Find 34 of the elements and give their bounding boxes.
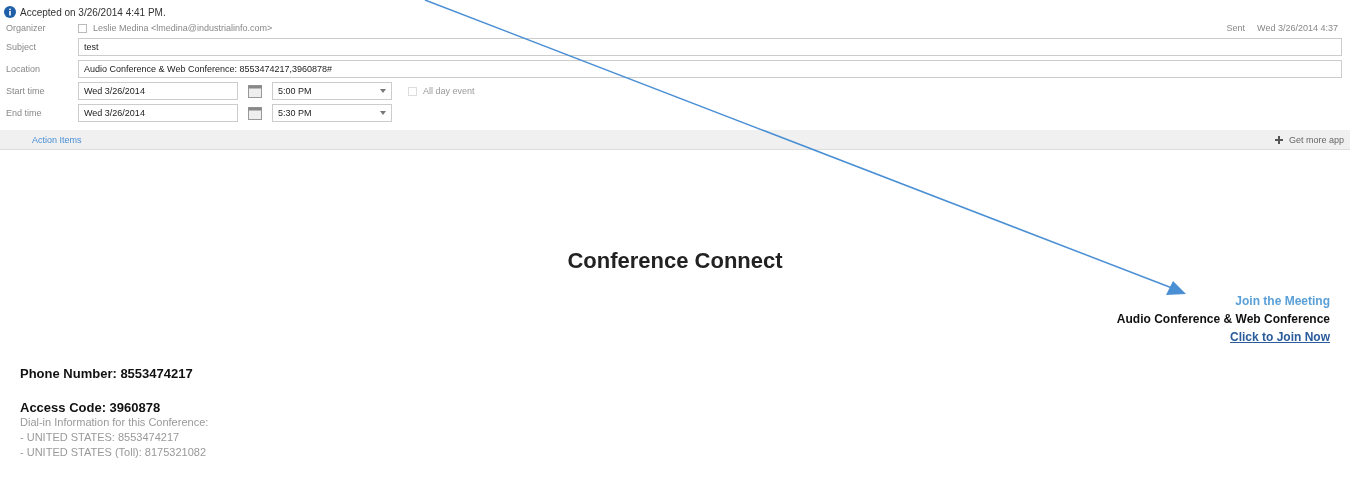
subject-field[interactable]: test <box>78 38 1342 56</box>
conference-title: Conference Connect <box>566 248 784 274</box>
field-label: End time <box>6 108 43 118</box>
get-more-apps-button[interactable]: Get more app <box>1274 134 1344 145</box>
date-field[interactable]: Wed 3/26/2014 <box>78 104 238 122</box>
field-label: Location <box>6 64 42 74</box>
date-field[interactable]: Wed 3/26/2014 <box>78 82 238 100</box>
field-label: Start time <box>6 86 46 96</box>
info-icon <box>4 6 16 18</box>
plus-icon <box>1274 135 1283 144</box>
dropdown-arrow-icon <box>380 89 386 93</box>
join-subtitle: Audio Conference & Web Conference <box>1116 311 1330 328</box>
access-code: Access Code: 3960878 <box>20 400 162 415</box>
all-day-label: All day event <box>423 86 475 96</box>
phone-number: Phone Number: 8553474217 <box>20 366 194 381</box>
organizer-name: Leslie Medina <lmedina@industrialinfo.com> <box>93 23 273 33</box>
time-dropdown[interactable]: 5:30 PM <box>272 104 392 122</box>
organizer-checkbox[interactable] <box>78 23 87 33</box>
sent-label: Sent <box>1226 23 1246 33</box>
sent-value: Wed 3/26/2014 4:37 <box>1257 23 1338 33</box>
calendar-icon[interactable] <box>248 84 262 98</box>
all-day-checkbox[interactable] <box>408 86 417 96</box>
join-heading: Join the Meeting <box>1235 293 1330 310</box>
dial-in-line: - UNITED STATES: 8553474217 <box>20 430 181 445</box>
location-field[interactable]: Audio Conference & Web Conference: 8553474217,3960878# <box>78 60 1342 78</box>
dropdown-arrow-icon <box>380 111 386 115</box>
join-link[interactable]: Click to Join Now <box>1230 328 1330 346</box>
info-text: Accepted on 3/26/2014 4:41 PM. <box>20 6 166 18</box>
time-dropdown[interactable]: 5:00 PM <box>272 82 392 100</box>
dial-in-line: Dial-in Information for this Conference: <box>20 415 210 430</box>
field-label: Subject <box>6 42 38 52</box>
calendar-icon[interactable] <box>248 106 262 120</box>
field-label: Organizer <box>6 23 47 33</box>
dial-in-line: - UNITED STATES (Toll): 8175321082 <box>20 445 208 460</box>
